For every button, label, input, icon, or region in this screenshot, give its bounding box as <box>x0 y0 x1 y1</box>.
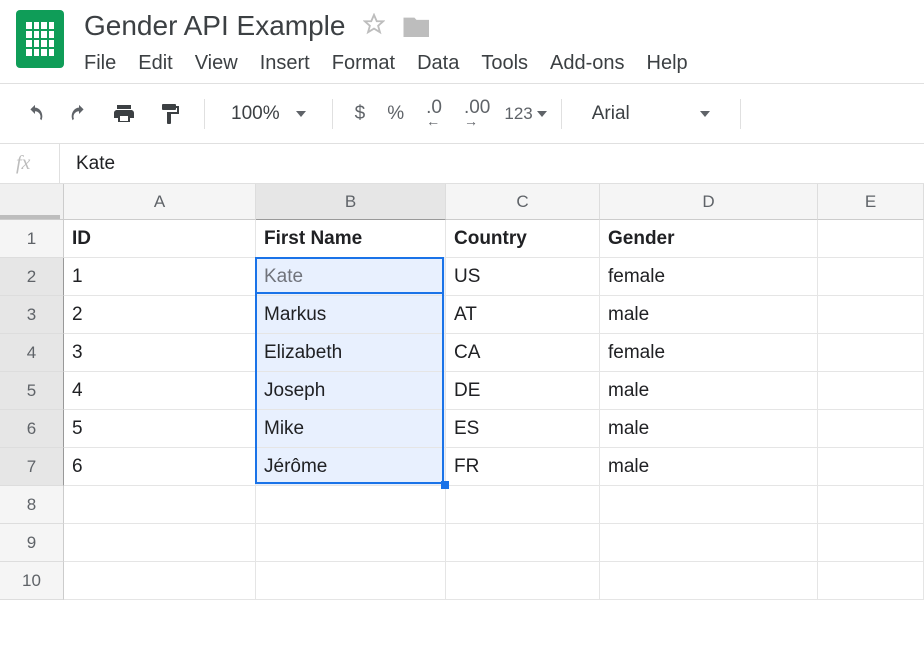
format-percent-button[interactable]: % <box>379 103 412 125</box>
cell-c8[interactable] <box>446 486 600 524</box>
row-header-2[interactable]: 2 <box>0 258 64 296</box>
toolbar: 100% $ % .0 ← .00 → 123 Arial <box>0 84 924 144</box>
zoom-select[interactable]: 100% <box>219 103 318 125</box>
row-header-9[interactable]: 9 <box>0 524 64 562</box>
cell-c1[interactable]: Country <box>446 220 600 258</box>
cell-c7[interactable]: FR <box>446 448 600 486</box>
caret-down-icon <box>296 111 306 117</box>
cell-e2[interactable] <box>818 258 924 296</box>
cell-c9[interactable] <box>446 524 600 562</box>
row-header-6[interactable]: 6 <box>0 410 64 448</box>
cell-c3[interactable]: AT <box>446 296 600 334</box>
cell-e1[interactable] <box>818 220 924 258</box>
more-formats-button[interactable]: 123 <box>504 104 546 124</box>
select-all-corner[interactable] <box>0 184 64 220</box>
row-header-10[interactable]: 10 <box>0 562 64 600</box>
cell-e3[interactable] <box>818 296 924 334</box>
menu-tools[interactable]: Tools <box>481 52 528 75</box>
menu-edit[interactable]: Edit <box>138 52 172 75</box>
menu-view[interactable]: View <box>195 52 238 75</box>
cell-b9[interactable] <box>256 524 446 562</box>
cell-c4[interactable]: CA <box>446 334 600 372</box>
menu-insert[interactable]: Insert <box>260 52 310 75</box>
row-header-7[interactable]: 7 <box>0 448 64 486</box>
cell-e10[interactable] <box>818 562 924 600</box>
formula-bar: fx Kate <box>0 144 924 184</box>
cell-a2[interactable]: 1 <box>64 258 256 296</box>
format-currency-button[interactable]: $ <box>347 103 374 125</box>
menu-format[interactable]: Format <box>332 52 395 75</box>
cell-b4[interactable]: Elizabeth <box>256 334 446 372</box>
cell-a1[interactable]: ID <box>64 220 256 258</box>
cell-a3[interactable]: 2 <box>64 296 256 334</box>
cell-a8[interactable] <box>64 486 256 524</box>
cell-c6[interactable]: ES <box>446 410 600 448</box>
redo-button[interactable] <box>60 97 98 131</box>
cell-b8[interactable] <box>256 486 446 524</box>
caret-down-icon <box>700 111 710 117</box>
cell-d8[interactable] <box>600 486 818 524</box>
caret-down-icon <box>537 111 547 117</box>
cell-a6[interactable]: 5 <box>64 410 256 448</box>
menu-file[interactable]: File <box>84 52 116 75</box>
cell-d2[interactable]: female <box>600 258 818 296</box>
decrease-decimal-button[interactable]: .0 ← <box>418 100 450 126</box>
column-header-a[interactable]: A <box>64 184 256 220</box>
cell-e8[interactable] <box>818 486 924 524</box>
cell-b6[interactable]: Mike <box>256 410 446 448</box>
row-header-5[interactable]: 5 <box>0 372 64 410</box>
cell-b3[interactable]: Markus <box>256 296 446 334</box>
document-title[interactable]: Gender API Example <box>84 10 345 42</box>
cell-d5[interactable]: male <box>600 372 818 410</box>
row-header-8[interactable]: 8 <box>0 486 64 524</box>
sheets-logo[interactable] <box>16 10 64 68</box>
cell-e6[interactable] <box>818 410 924 448</box>
row-header-1[interactable]: 1 <box>0 220 64 258</box>
column-header-c[interactable]: C <box>446 184 600 220</box>
cell-e7[interactable] <box>818 448 924 486</box>
cell-b10[interactable] <box>256 562 446 600</box>
cell-d10[interactable] <box>600 562 818 600</box>
cell-d1[interactable]: Gender <box>600 220 818 258</box>
cell-b7[interactable]: Jérôme <box>256 448 446 486</box>
column-header-b[interactable]: B <box>256 184 446 220</box>
menu-bar: File Edit View Insert Format Data Tools … <box>84 48 908 75</box>
cell-a10[interactable] <box>64 562 256 600</box>
cell-e9[interactable] <box>818 524 924 562</box>
cell-b1[interactable]: First Name <box>256 220 446 258</box>
cell-a4[interactable]: 3 <box>64 334 256 372</box>
font-select[interactable]: Arial <box>576 103 726 125</box>
cell-b2[interactable]: Kate <box>256 258 446 296</box>
cell-b5[interactable]: Joseph <box>256 372 446 410</box>
menu-addons[interactable]: Add-ons <box>550 52 625 75</box>
cell-c2[interactable]: US <box>446 258 600 296</box>
cell-d4[interactable]: female <box>600 334 818 372</box>
cell-d7[interactable]: male <box>600 448 818 486</box>
increase-decimal-button[interactable]: .00 → <box>456 100 498 126</box>
cell-a7[interactable]: 6 <box>64 448 256 486</box>
cell-a9[interactable] <box>64 524 256 562</box>
cell-e4[interactable] <box>818 334 924 372</box>
menu-data[interactable]: Data <box>417 52 459 75</box>
paint-format-button[interactable] <box>150 96 190 132</box>
cell-d9[interactable] <box>600 524 818 562</box>
move-folder-icon[interactable] <box>403 15 429 37</box>
formula-input[interactable]: Kate <box>60 153 924 175</box>
cell-d6[interactable]: male <box>600 410 818 448</box>
row-header-3[interactable]: 3 <box>0 296 64 334</box>
cell-a5[interactable]: 4 <box>64 372 256 410</box>
star-icon[interactable] <box>363 13 385 40</box>
cell-c10[interactable] <box>446 562 600 600</box>
cell-e5[interactable] <box>818 372 924 410</box>
menu-help[interactable]: Help <box>647 52 688 75</box>
cell-c5[interactable]: DE <box>446 372 600 410</box>
column-header-d[interactable]: D <box>600 184 818 220</box>
cell-d3[interactable]: male <box>600 296 818 334</box>
undo-button[interactable] <box>16 97 54 131</box>
fx-icon[interactable]: fx <box>0 144 60 183</box>
print-button[interactable] <box>104 96 144 132</box>
row-header-4[interactable]: 4 <box>0 334 64 372</box>
column-header-e[interactable]: E <box>818 184 924 220</box>
zoom-value: 100% <box>231 103 280 125</box>
